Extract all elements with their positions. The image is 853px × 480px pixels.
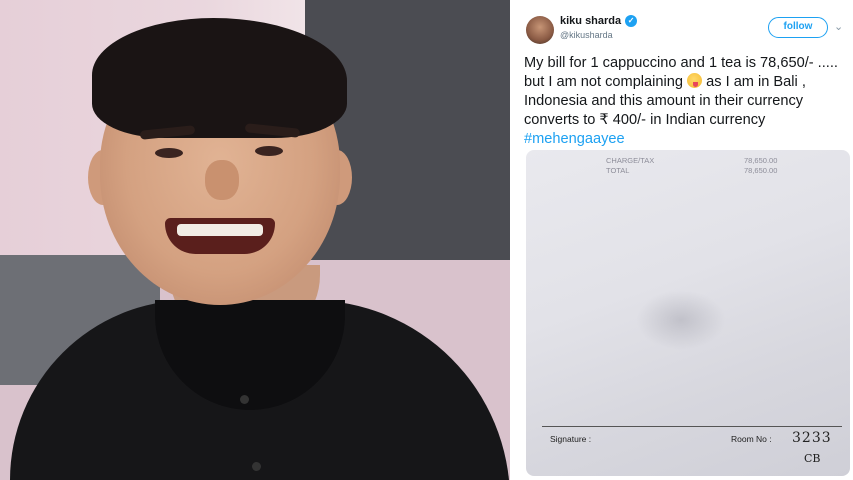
receipt-label-charge: CHARGE/TAX (606, 156, 655, 165)
signature-line (542, 426, 842, 427)
receipt-image[interactable]: CHARGE/TAX TOTAL 78,650.00 78,650.00 Sig… (526, 150, 850, 476)
tweet-card: kiku sharda ✓ @kikusharda follow ⌄ My bi… (510, 0, 853, 480)
verified-badge-icon: ✓ (625, 15, 638, 27)
receipt-fold-shadow (636, 290, 726, 350)
avatar[interactable] (526, 16, 554, 44)
receipt-amount-charge: 78,650.00 (744, 156, 778, 165)
follow-button[interactable]: follow (768, 17, 828, 38)
receipt-label-total: TOTAL (606, 166, 630, 175)
photo-hair (92, 18, 347, 138)
photo-nose (205, 160, 239, 200)
person-photo (0, 0, 510, 480)
display-name[interactable]: kiku sharda (560, 15, 621, 27)
room-number-label: Room No : (731, 434, 772, 444)
hashtag-link[interactable]: #mehengaayee (524, 131, 625, 147)
photo-eye-left (155, 148, 183, 158)
signature-label: Signature : (550, 434, 592, 444)
tweet-text: My bill for 1 cappuccino and 1 tea is 78… (524, 54, 850, 149)
receipt-labels: CHARGE/TAX TOTAL (606, 156, 654, 176)
photo-eye-right (255, 146, 283, 156)
photo-shirt-button (240, 395, 249, 404)
receipt-amount-total: 78,650.00 (744, 166, 778, 175)
receipt-amounts: 78,650.00 78,650.00 (744, 156, 777, 176)
tweet-author[interactable]: kiku sharda ✓ (560, 15, 638, 27)
chevron-down-icon[interactable]: ⌄ (834, 20, 843, 33)
handwritten-room-number: 3233 (792, 430, 832, 446)
photo-teeth (177, 224, 263, 236)
handwritten-initials: CB (804, 452, 821, 465)
photo-shirt-button (252, 462, 261, 471)
winking-face-with-tongue-icon (687, 73, 703, 88)
photo-mouth (165, 218, 275, 254)
user-handle[interactable]: @kikusharda (560, 30, 613, 40)
